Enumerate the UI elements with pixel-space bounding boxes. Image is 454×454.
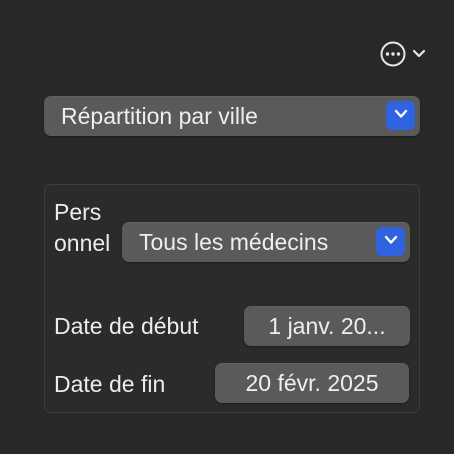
- ellipsis-circle-icon: [378, 39, 408, 69]
- chevron-down-icon: [393, 107, 409, 125]
- start-date-label: Date de début: [54, 313, 199, 339]
- chevron-down-icon: [412, 48, 426, 60]
- end-date-field[interactable]: 20 févr. 2025: [215, 363, 409, 403]
- view-selector-value: Répartition par ville: [61, 102, 258, 129]
- end-date-label: Date de fin: [54, 371, 166, 397]
- staff-label: Personnel: [54, 199, 111, 256]
- staff-popup-value: Tous les médecins: [139, 228, 329, 255]
- more-menu-button[interactable]: [378, 39, 430, 69]
- staff-popup-stepper[interactable]: [376, 227, 405, 256]
- view-selector-stepper[interactable]: [386, 101, 415, 130]
- start-date-field[interactable]: 1 janv. 20...: [244, 306, 410, 346]
- view-selector-popup[interactable]: Répartition par ville: [44, 96, 420, 136]
- staff-popup[interactable]: Tous les médecins: [122, 222, 410, 262]
- chevron-down-icon: [383, 233, 399, 251]
